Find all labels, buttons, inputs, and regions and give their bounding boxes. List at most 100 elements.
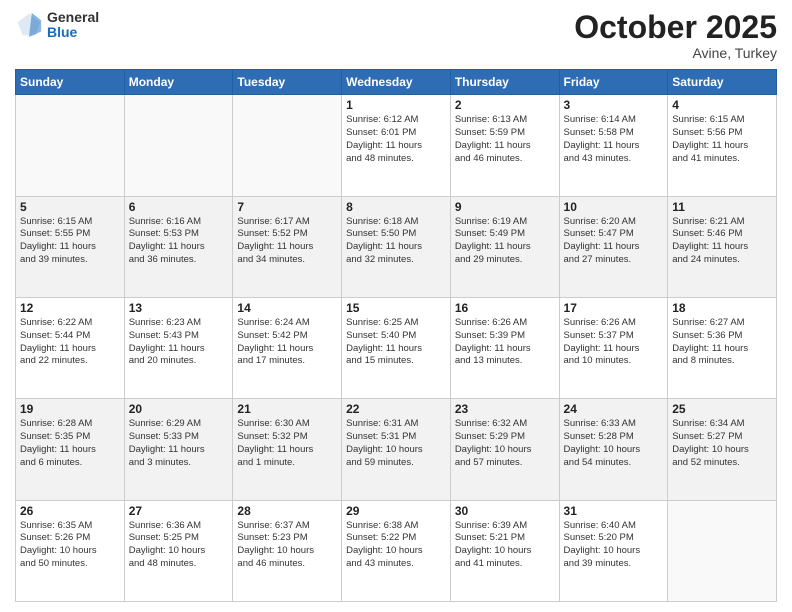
day-number: 29 [346,504,446,518]
table-row: 31Sunrise: 6:40 AM Sunset: 5:20 PM Dayli… [559,500,668,601]
table-row: 20 Sunrise: 6:29 AM Sunset: 5:33 PM Dayli… [124,399,233,500]
day-number: 17 [564,301,664,315]
col-sunday: Sunday [16,70,125,95]
day-number: 4 [672,98,772,112]
logo-general-text: General [47,10,99,25]
day-number: 6 [129,200,229,214]
table-row: 9 Sunrise: 6:19 AM Sunset: 5:49 PM Daylig… [450,196,559,297]
col-tuesday: Tuesday [233,70,342,95]
table-row: 25 Sunrise: 6:34 AM Sunset: 5:27 PM Dayli… [668,399,777,500]
table-row: 19 Sunrise: 6:28 AM Sunset: 5:35 PM Dayli… [16,399,125,500]
table-row: 6 Sunrise: 6:16 AM Sunset: 5:53 PM Daylig… [124,196,233,297]
day-number: 14 [237,301,337,315]
day-info: Sunrise: 6:23 AM Sunset: 5:43 PM Dayligh… [129,317,229,368]
day-number: 7 [237,200,337,214]
day-info: Sunrise: 6:12 AM Sunset: 6:01 PM Dayligh… [346,114,446,165]
table-row: 22 Sunrise: 6:31 AM Sunset: 5:31 PM Dayli… [342,399,451,500]
col-monday: Monday [124,70,233,95]
table-row: 18 Sunrise: 6:27 AM Sunset: 5:36 PM Dayli… [668,297,777,398]
table-row: 15 Sunrise: 6:25 AM Sunset: 5:40 PM Dayli… [342,297,451,398]
logo-blue-text: Blue [47,25,99,40]
day-info: Sunrise: 6:24 AM Sunset: 5:42 PM Dayligh… [237,317,337,368]
table-row: 16Sunrise: 6:26 AM Sunset: 5:39 PM Dayli… [450,297,559,398]
table-row: 7 Sunrise: 6:17 AM Sunset: 5:52 PM Daylig… [233,196,342,297]
day-info: Sunrise: 6:21 AM Sunset: 5:46 PM Dayligh… [672,216,772,267]
day-number: 19 [20,402,120,416]
day-info: Sunrise: 6:37 AM Sunset: 5:23 PM Dayligh… [237,520,337,571]
day-info: Sunrise: 6:40 AM Sunset: 5:20 PM Dayligh… [564,520,664,571]
day-number: 1 [346,98,446,112]
table-row: 21 Sunrise: 6:30 AM Sunset: 5:32 PM Dayli… [233,399,342,500]
location-subtitle: Avine, Turkey [574,45,777,61]
day-info: Sunrise: 6:26 AM Sunset: 5:37 PM Dayligh… [564,317,664,368]
logo: General Blue [15,10,99,41]
day-number: 25 [672,402,772,416]
calendar-week-row: 5 Sunrise: 6:15 AM Sunset: 5:55 PM Daylig… [16,196,777,297]
day-number: 15 [346,301,446,315]
calendar-header-row: Sunday Monday Tuesday Wednesday Thursday… [16,70,777,95]
day-number: 30 [455,504,555,518]
day-number: 9 [455,200,555,214]
table-row [124,95,233,196]
day-info: Sunrise: 6:39 AM Sunset: 5:21 PM Dayligh… [455,520,555,571]
col-friday: Friday [559,70,668,95]
day-info: Sunrise: 6:18 AM Sunset: 5:50 PM Dayligh… [346,216,446,267]
day-number: 13 [129,301,229,315]
day-info: Sunrise: 6:16 AM Sunset: 5:53 PM Dayligh… [129,216,229,267]
table-row: 27Sunrise: 6:36 AM Sunset: 5:25 PM Dayli… [124,500,233,601]
calendar-week-row: 19 Sunrise: 6:28 AM Sunset: 5:35 PM Dayli… [16,399,777,500]
day-info: Sunrise: 6:27 AM Sunset: 5:36 PM Dayligh… [672,317,772,368]
calendar-week-row: 1 Sunrise: 6:12 AM Sunset: 6:01 PM Daylig… [16,95,777,196]
table-row: 3Sunrise: 6:14 AM Sunset: 5:58 PM Daylig… [559,95,668,196]
day-info: Sunrise: 6:28 AM Sunset: 5:35 PM Dayligh… [20,418,120,469]
table-row [233,95,342,196]
day-number: 22 [346,402,446,416]
day-info: Sunrise: 6:15 AM Sunset: 5:56 PM Dayligh… [672,114,772,165]
table-row: 8 Sunrise: 6:18 AM Sunset: 5:50 PM Daylig… [342,196,451,297]
day-number: 10 [564,200,664,214]
day-info: Sunrise: 6:26 AM Sunset: 5:39 PM Dayligh… [455,317,555,368]
page: General Blue October 2025 Avine, Turkey … [0,0,792,612]
logo-text: General Blue [47,10,99,41]
table-row: 29 Sunrise: 6:38 AM Sunset: 5:22 PM Dayli… [342,500,451,601]
day-number: 21 [237,402,337,416]
table-row: 14 Sunrise: 6:24 AM Sunset: 5:42 PM Dayli… [233,297,342,398]
day-number: 2 [455,98,555,112]
logo-icon [15,11,43,39]
day-info: Sunrise: 6:33 AM Sunset: 5:28 PM Dayligh… [564,418,664,469]
day-info: Sunrise: 6:36 AM Sunset: 5:25 PM Dayligh… [129,520,229,571]
day-number: 28 [237,504,337,518]
col-thursday: Thursday [450,70,559,95]
header: General Blue October 2025 Avine, Turkey [15,10,777,61]
table-row: 13 Sunrise: 6:23 AM Sunset: 5:43 PM Dayli… [124,297,233,398]
day-info: Sunrise: 6:34 AM Sunset: 5:27 PM Dayligh… [672,418,772,469]
table-row [16,95,125,196]
day-number: 5 [20,200,120,214]
day-info: Sunrise: 6:15 AM Sunset: 5:55 PM Dayligh… [20,216,120,267]
day-info: Sunrise: 6:31 AM Sunset: 5:31 PM Dayligh… [346,418,446,469]
table-row: 12Sunrise: 6:22 AM Sunset: 5:44 PM Dayli… [16,297,125,398]
table-row: 2 Sunrise: 6:13 AM Sunset: 5:59 PM Daylig… [450,95,559,196]
day-info: Sunrise: 6:30 AM Sunset: 5:32 PM Dayligh… [237,418,337,469]
col-saturday: Saturday [668,70,777,95]
table-row: 17 Sunrise: 6:26 AM Sunset: 5:37 PM Dayli… [559,297,668,398]
day-number: 18 [672,301,772,315]
day-number: 24 [564,402,664,416]
day-info: Sunrise: 6:38 AM Sunset: 5:22 PM Dayligh… [346,520,446,571]
day-info: Sunrise: 6:29 AM Sunset: 5:33 PM Dayligh… [129,418,229,469]
day-info: Sunrise: 6:13 AM Sunset: 5:59 PM Dayligh… [455,114,555,165]
title-block: October 2025 Avine, Turkey [574,10,777,61]
table-row: 24 Sunrise: 6:33 AM Sunset: 5:28 PM Dayli… [559,399,668,500]
day-number: 8 [346,200,446,214]
day-number: 20 [129,402,229,416]
calendar-table: Sunday Monday Tuesday Wednesday Thursday… [15,69,777,602]
day-number: 3 [564,98,664,112]
calendar-week-row: 12Sunrise: 6:22 AM Sunset: 5:44 PM Dayli… [16,297,777,398]
day-info: Sunrise: 6:32 AM Sunset: 5:29 PM Dayligh… [455,418,555,469]
table-row [668,500,777,601]
day-info: Sunrise: 6:17 AM Sunset: 5:52 PM Dayligh… [237,216,337,267]
day-info: Sunrise: 6:25 AM Sunset: 5:40 PM Dayligh… [346,317,446,368]
day-info: Sunrise: 6:19 AM Sunset: 5:49 PM Dayligh… [455,216,555,267]
table-row: 5 Sunrise: 6:15 AM Sunset: 5:55 PM Daylig… [16,196,125,297]
day-number: 26 [20,504,120,518]
